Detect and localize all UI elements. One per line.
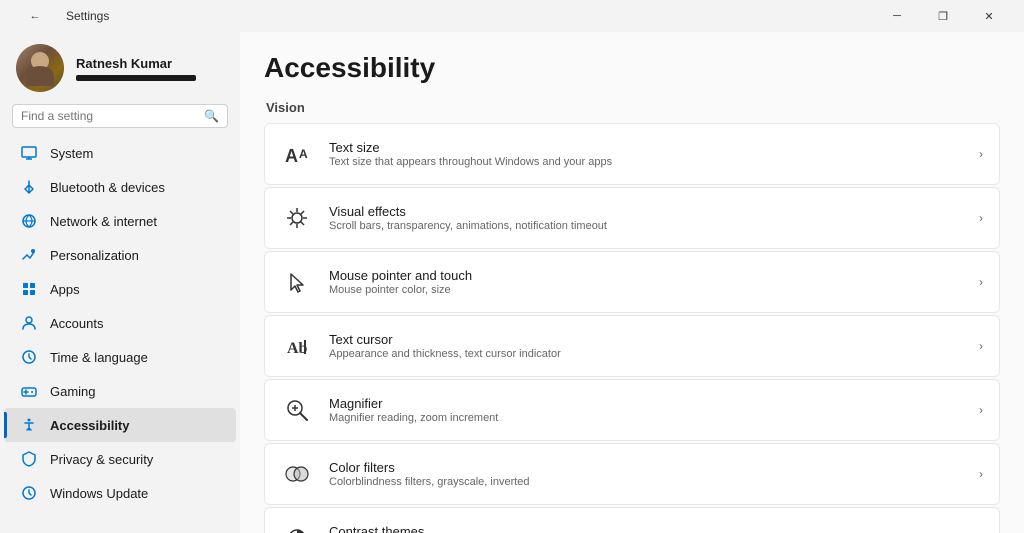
- nav-label-accessibility: Accessibility: [50, 418, 130, 433]
- settings-item-mouse-pointer-text: Mouse pointer and touch Mouse pointer co…: [329, 268, 963, 296]
- chevron-icon-2: ›: [979, 211, 983, 225]
- nav-item-network[interactable]: Network & internet: [4, 204, 236, 238]
- user-section: Ratnesh Kumar: [0, 32, 240, 100]
- chevron-icon-3: ›: [979, 275, 983, 289]
- content-area: Accessibility Vision A A Text size Text …: [240, 32, 1024, 533]
- settings-item-magnifier[interactable]: Magnifier Magnifier reading, zoom increm…: [264, 379, 1000, 441]
- settings-item-text-size[interactable]: A A Text size Text size that appears thr…: [264, 123, 1000, 185]
- settings-item-mouse-pointer[interactable]: Mouse pointer and touch Mouse pointer co…: [264, 251, 1000, 313]
- titlebar-title: Settings: [66, 9, 109, 23]
- sidebar: Ratnesh Kumar 🔍 System Bluetooth & devic…: [0, 32, 240, 533]
- nav-item-system[interactable]: System: [4, 136, 236, 170]
- settings-item-visual-effects-desc: Scroll bars, transparency, animations, n…: [329, 220, 963, 232]
- nav-item-bluetooth[interactable]: Bluetooth & devices: [4, 170, 236, 204]
- user-info: Ratnesh Kumar: [76, 56, 224, 81]
- system-icon: [20, 144, 38, 162]
- settings-item-visual-effects-text: Visual effects Scroll bars, transparency…: [329, 204, 963, 232]
- maximize-button[interactable]: ❐: [920, 0, 966, 32]
- nav-item-accessibility[interactable]: Accessibility: [4, 408, 236, 442]
- avatar-image: [16, 44, 64, 92]
- nav-label-privacy: Privacy & security: [50, 452, 153, 467]
- mouse-pointer-icon: [281, 266, 313, 298]
- chevron-icon-4: ›: [979, 339, 983, 353]
- personalization-icon: [20, 246, 38, 264]
- back-button[interactable]: ←: [12, 0, 58, 32]
- magnifier-icon: [281, 394, 313, 426]
- nav-item-update[interactable]: Windows Update: [4, 476, 236, 510]
- settings-item-contrast-themes-text: Contrast themes Color themes for low vis…: [329, 524, 963, 533]
- chevron-icon-5: ›: [979, 403, 983, 417]
- nav-item-apps[interactable]: Apps: [4, 272, 236, 306]
- settings-item-text-cursor[interactable]: Ab Text cursor Appearance and thickness,…: [264, 315, 1000, 377]
- settings-list: A A Text size Text size that appears thr…: [264, 123, 1000, 533]
- nav-item-privacy[interactable]: Privacy & security: [4, 442, 236, 476]
- settings-item-color-filters-desc: Colorblindness filters, grayscale, inver…: [329, 476, 963, 488]
- search-input[interactable]: [21, 109, 198, 123]
- color-filters-icon: [281, 458, 313, 490]
- close-button[interactable]: ✕: [966, 0, 1012, 32]
- app-body: Ratnesh Kumar 🔍 System Bluetooth & devic…: [0, 32, 1024, 533]
- gaming-icon: [20, 382, 38, 400]
- visual-effects-icon: [281, 202, 313, 234]
- settings-item-text-cursor-desc: Appearance and thickness, text cursor in…: [329, 348, 963, 360]
- nav-item-time[interactable]: Time & language: [4, 340, 236, 374]
- settings-item-text-size-desc: Text size that appears throughout Window…: [329, 156, 963, 168]
- nav-label-network: Network & internet: [50, 214, 157, 229]
- accessibility-icon: [20, 416, 38, 434]
- settings-item-mouse-pointer-title: Mouse pointer and touch: [329, 268, 963, 283]
- svg-text:A: A: [299, 147, 308, 161]
- nav-label-accounts: Accounts: [50, 316, 103, 331]
- search-box[interactable]: 🔍: [12, 104, 228, 128]
- nav-label-apps: Apps: [50, 282, 80, 297]
- bluetooth-icon: [20, 178, 38, 196]
- nav-label-bluetooth: Bluetooth & devices: [50, 180, 165, 195]
- update-icon: [20, 484, 38, 502]
- minimize-button[interactable]: ─: [874, 0, 920, 32]
- settings-item-magnifier-desc: Magnifier reading, zoom increment: [329, 412, 963, 424]
- user-name: Ratnesh Kumar: [76, 56, 224, 71]
- settings-item-text-cursor-title: Text cursor: [329, 332, 963, 347]
- settings-item-visual-effects[interactable]: Visual effects Scroll bars, transparency…: [264, 187, 1000, 249]
- titlebar-left: ← Settings: [12, 0, 109, 32]
- nav-label-system: System: [50, 146, 93, 161]
- nav-label-update: Windows Update: [50, 486, 148, 501]
- chevron-icon: ›: [979, 147, 983, 161]
- settings-item-magnifier-text: Magnifier Magnifier reading, zoom increm…: [329, 396, 963, 424]
- nav-item-accounts[interactable]: Accounts: [4, 306, 236, 340]
- settings-item-color-filters-text: Color filters Colorblindness filters, gr…: [329, 460, 963, 488]
- settings-item-color-filters[interactable]: Color filters Colorblindness filters, gr…: [264, 443, 1000, 505]
- settings-item-text-cursor-text: Text cursor Appearance and thickness, te…: [329, 332, 963, 360]
- svg-text:A: A: [285, 146, 298, 166]
- nav-label-time: Time & language: [50, 350, 148, 365]
- titlebar: ← Settings ─ ❐ ✕: [0, 0, 1024, 32]
- titlebar-controls: ─ ❐ ✕: [874, 0, 1012, 32]
- settings-item-text-size-text: Text size Text size that appears through…: [329, 140, 963, 168]
- nav-label-personalization: Personalization: [50, 248, 139, 263]
- settings-item-color-filters-title: Color filters: [329, 460, 963, 475]
- accounts-icon: [20, 314, 38, 332]
- search-icon: 🔍: [204, 109, 219, 123]
- user-bar: [76, 75, 196, 81]
- apps-icon: [20, 280, 38, 298]
- text-cursor-icon: Ab: [281, 330, 313, 362]
- network-icon: [20, 212, 38, 230]
- nav-item-gaming[interactable]: Gaming: [4, 374, 236, 408]
- nav-item-personalization[interactable]: Personalization: [4, 238, 236, 272]
- section-label: Vision: [264, 100, 1000, 115]
- nav-label-gaming: Gaming: [50, 384, 96, 399]
- settings-item-contrast-themes-title: Contrast themes: [329, 524, 963, 533]
- settings-item-text-size-title: Text size: [329, 140, 963, 155]
- time-icon: [20, 348, 38, 366]
- settings-item-magnifier-title: Magnifier: [329, 396, 963, 411]
- text-size-icon: A A: [281, 138, 313, 170]
- settings-item-visual-effects-title: Visual effects: [329, 204, 963, 219]
- avatar: [16, 44, 64, 92]
- chevron-icon-6: ›: [979, 467, 983, 481]
- contrast-themes-icon: [281, 522, 313, 533]
- privacy-icon: [20, 450, 38, 468]
- page-title: Accessibility: [264, 52, 1000, 84]
- settings-item-contrast-themes[interactable]: Contrast themes Color themes for low vis…: [264, 507, 1000, 533]
- settings-item-mouse-pointer-desc: Mouse pointer color, size: [329, 284, 963, 296]
